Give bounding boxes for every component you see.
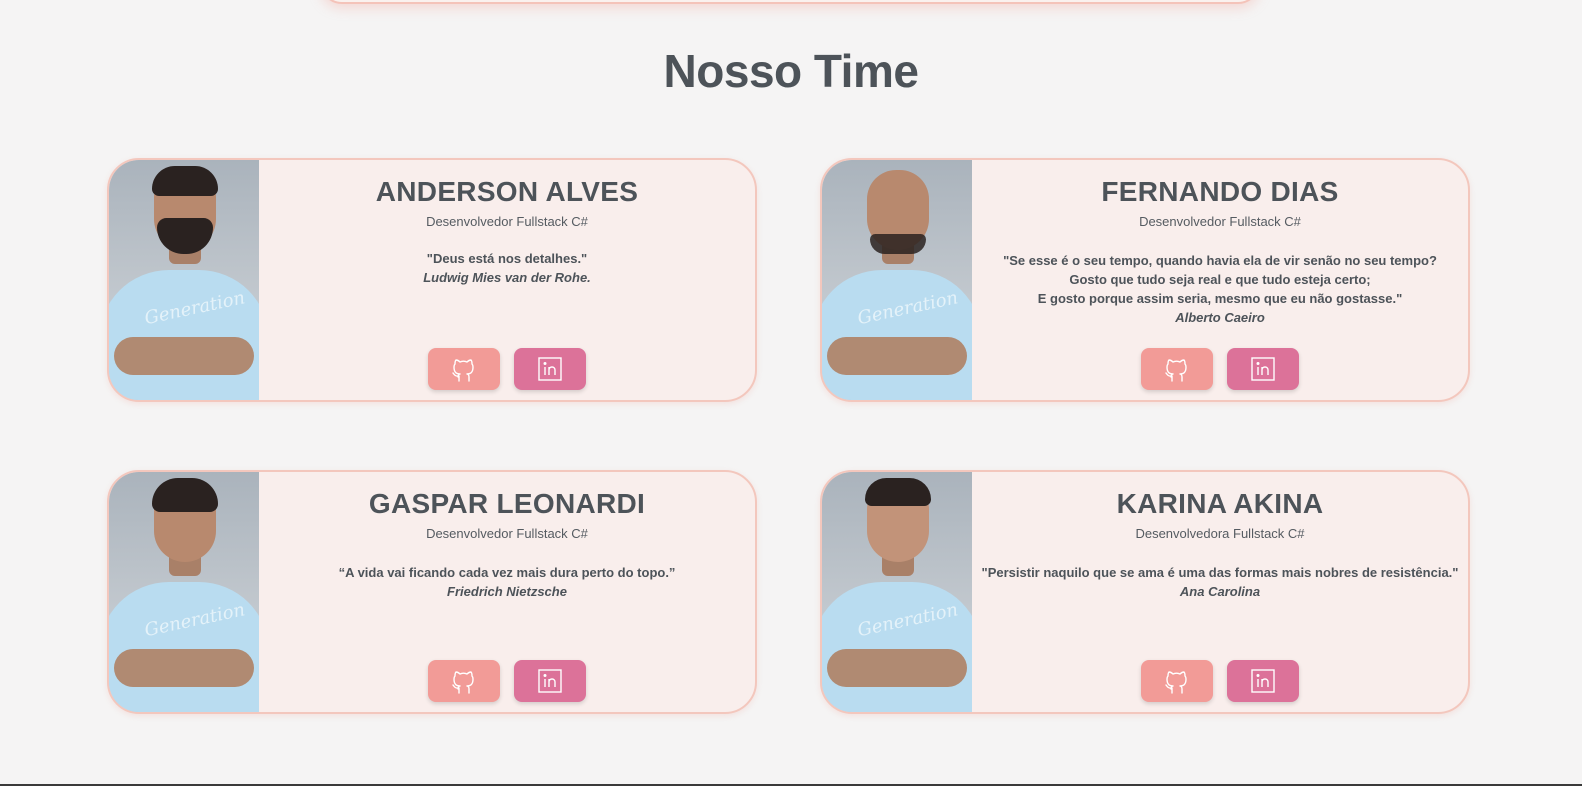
- team-card-gaspar: Generation GASPAR LEONARDI Desenvolvedor…: [107, 470, 757, 714]
- quote-author: Ana Carolina: [1179, 584, 1261, 599]
- linkedin-icon: [1251, 357, 1275, 381]
- member-quote: "Se esse é o seu tempo, quando havia ela…: [1003, 253, 1437, 306]
- linkedin-button[interactable]: [514, 660, 586, 702]
- member-name: FERNANDO DIAS: [1101, 176, 1339, 207]
- linkedin-icon: [538, 357, 562, 381]
- github-button[interactable]: [1141, 660, 1213, 702]
- member-role: Desenvolvedor Fullstack C#: [426, 214, 588, 229]
- github-icon: [1165, 359, 1187, 382]
- member-name: ANDERSON ALVES: [375, 176, 639, 207]
- team-card-karina: Generation KARINA AKINA Desenvolvedora F…: [820, 470, 1470, 714]
- member-role: Desenvolvedora Fullstack C#: [1135, 526, 1305, 541]
- quote-author: Friedrich Nietzsche: [447, 584, 567, 599]
- member-name: KARINA AKINA: [1116, 488, 1324, 519]
- quote-author: Alberto Caeiro: [1175, 310, 1265, 325]
- member-role: Desenvolvedor Fullstack C#: [1139, 214, 1301, 229]
- section-title: Nosso Time: [663, 45, 919, 97]
- github-button[interactable]: [428, 660, 500, 702]
- member-role: Desenvolvedor Fullstack C#: [426, 526, 588, 541]
- member-quote: "Deus está nos detalhes.": [426, 251, 588, 266]
- linkedin-icon: [1251, 669, 1275, 693]
- linkedin-button[interactable]: [1227, 660, 1299, 702]
- member-quote: “A vida vai ficando cada vez mais dura p…: [338, 565, 676, 580]
- top-panel: [320, 0, 1260, 4]
- linkedin-button[interactable]: [514, 348, 586, 390]
- linkedin-button[interactable]: [1227, 348, 1299, 390]
- member-quote: "Persistir naquilo que se ama é uma das …: [981, 565, 1459, 580]
- member-photo: Generation: [822, 472, 972, 712]
- team-card-fernando: Generation FERNANDO DIAS Desenvolvedor F…: [820, 158, 1470, 402]
- github-icon: [452, 671, 474, 694]
- github-button[interactable]: [428, 348, 500, 390]
- quote-author: Ludwig Mies van der Rohe.: [423, 270, 591, 285]
- member-photo: Generation: [109, 472, 259, 712]
- member-name: GASPAR LEONARDI: [368, 488, 646, 519]
- github-icon: [1165, 671, 1187, 694]
- github-button[interactable]: [1141, 348, 1213, 390]
- team-card-anderson: Generation ANDERSON ALVES Desenvolvedor …: [107, 158, 757, 402]
- member-photo: Generation: [822, 160, 972, 400]
- github-icon: [452, 359, 474, 382]
- member-photo: Generation: [109, 160, 259, 400]
- linkedin-icon: [538, 669, 562, 693]
